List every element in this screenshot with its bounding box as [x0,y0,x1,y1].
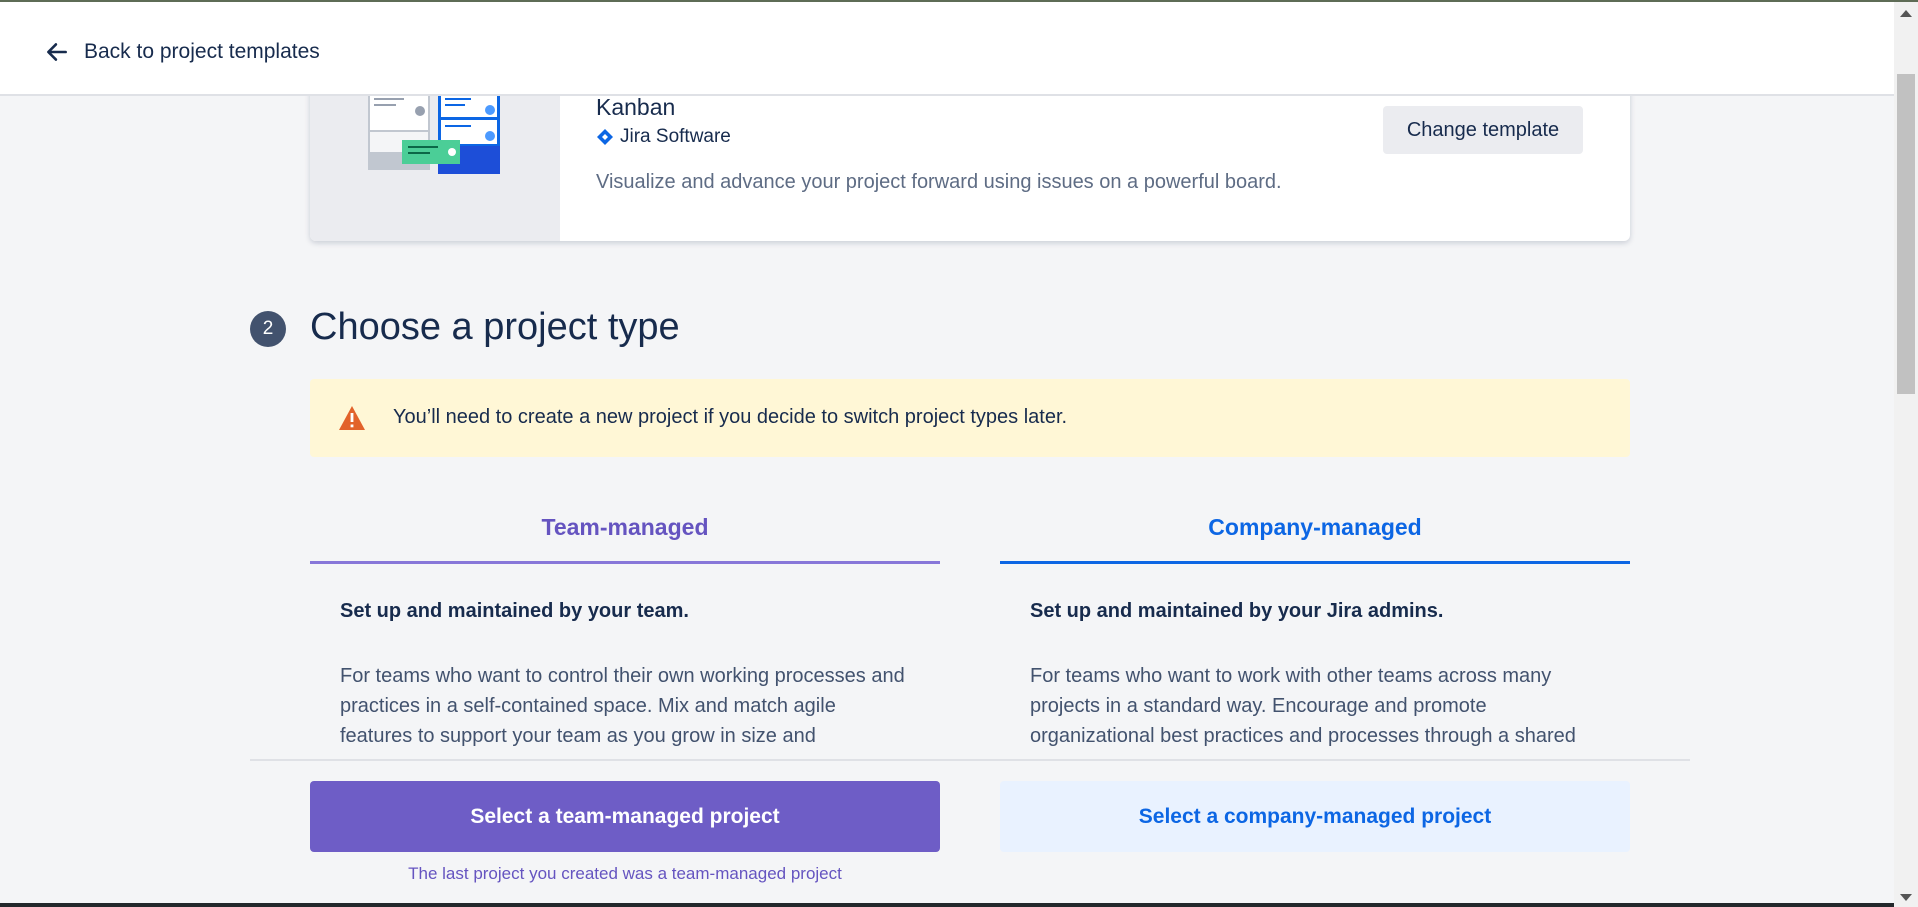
team-managed-heading: Set up and maintained by your team. [340,600,689,622]
scrollbar-thumb[interactable] [1897,74,1915,394]
team-managed-description: For teams who want to control their own … [340,665,905,757]
scroll-down-arrow-icon[interactable] [1900,894,1912,901]
template-description: Visualize and advance your project forwa… [596,171,1282,193]
product-name: Jira Software [620,126,731,147]
template-name: Kanban [596,94,676,120]
scroll-up-arrow-icon[interactable] [1900,10,1912,17]
company-managed-tab[interactable]: Company-managed [1000,494,1630,564]
select-company-managed-button[interactable]: Select a company-managed project [1000,781,1630,852]
step-number-badge: 2 [250,311,286,347]
jira-software-icon [597,129,613,145]
back-to-templates-link[interactable]: Back to project templates [44,36,320,68]
select-team-managed-button[interactable]: Select a team-managed project [310,781,940,852]
company-managed-heading: Set up and maintained by your Jira admin… [1030,600,1444,622]
section-title: Choose a project type [310,306,680,348]
company-managed-description: For teams who want to work with other te… [1030,665,1576,757]
arrow-left-icon [47,43,67,61]
company-managed-column: Company-managed Set up and maintained by… [1000,494,1630,757]
warning-text: You’ll need to create a new project if y… [393,406,1068,428]
warning-banner: You’ll need to create a new project if y… [310,379,1630,457]
window-bottom-border [0,903,1894,907]
last-project-note: The last project you created was a team-… [408,864,842,883]
warning-icon [339,406,365,430]
team-managed-tab[interactable]: Team-managed [310,494,940,564]
team-managed-column: Team-managed Set up and maintained by yo… [310,494,940,757]
product-label: Jira Software [596,126,731,148]
change-template-button[interactable]: Change template [1383,106,1583,154]
back-link-label: Back to project templates [84,40,320,63]
vertical-scrollbar[interactable] [1894,2,1918,907]
page-header: Back to project templates [0,2,1894,96]
